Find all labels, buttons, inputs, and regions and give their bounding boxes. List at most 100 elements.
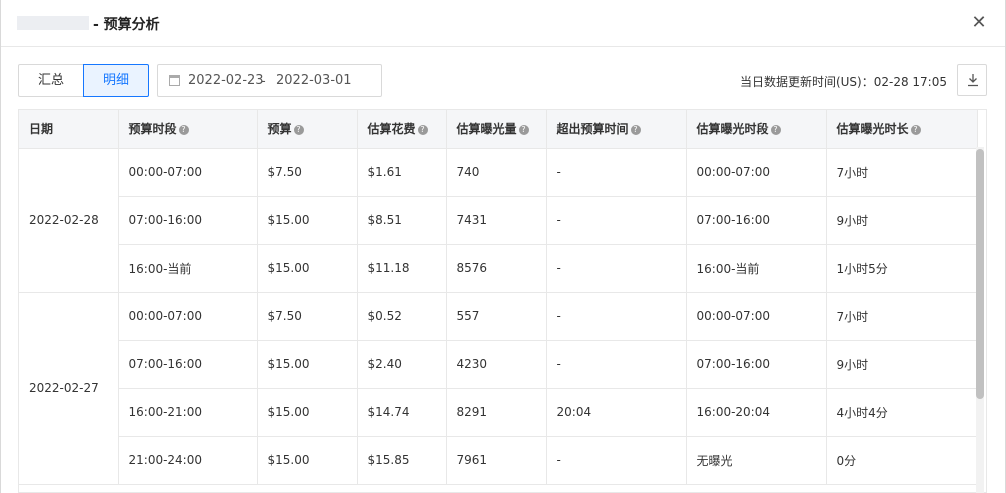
data-update-time: 当日数据更新时间(US)：02-28 17:05 [739, 75, 947, 89]
table-scrollbar[interactable] [976, 147, 984, 493]
table-cell: 21:00-24:00 [118, 436, 258, 485]
table-cell: 557 [446, 292, 547, 341]
table-cell: $1.61 [357, 148, 447, 197]
column-header: 超出预算时间? [546, 110, 687, 149]
table-cell: 8291 [446, 388, 547, 437]
table-cell: $15.00 [257, 436, 358, 485]
calendar-icon [169, 75, 180, 86]
date-cell: 2022-02-27 [19, 292, 119, 485]
help-icon[interactable]: ? [518, 125, 529, 136]
table-cell: 7小时 [826, 292, 978, 341]
column-header-label: 超出预算时间 [556, 122, 629, 137]
table-cell: 9小时 [826, 196, 978, 245]
table-cell: $0.52 [357, 292, 447, 341]
table-cell: 00:00-07:00 [118, 148, 258, 197]
help-icon[interactable]: ? [178, 125, 189, 136]
table-cell: 16:00-当前 [118, 244, 258, 293]
table-cell: - [546, 244, 687, 293]
table-cell: $2.40 [357, 340, 447, 389]
column-header: 估算曝光时长? [826, 110, 978, 149]
help-icon[interactable]: ? [630, 125, 641, 136]
table-cell: 4小时4分 [826, 388, 978, 437]
column-header-label: 估算曝光时段 [696, 122, 769, 137]
table-row: 21:00-24:00 $15.00 $15.85 7961- 无曝光 0分 [19, 436, 978, 485]
date-cell: 2022-02-28 [19, 148, 119, 293]
tab-summary[interactable]: 汇总 [18, 64, 84, 97]
table-cell: 16:00-当前 [686, 244, 827, 293]
column-header-label: 估算曝光时长 [836, 122, 909, 137]
table-cell: 00:00-07:00 [686, 148, 827, 197]
table-cell: 无曝光 [686, 436, 827, 485]
table-cell: - [546, 436, 687, 485]
column-header: 估算曝光时段? [686, 110, 827, 149]
table-cell: - [546, 340, 687, 389]
table-cell: 1小时5分 [826, 244, 978, 293]
column-header: 预算时段? [118, 110, 258, 149]
table-row: 16:00-当前 $15.00 $11.18 8576-16:00-当前 1小时5分 [19, 244, 978, 293]
table-header-row: 日期 预算时段? 预算? 估算花费? 估算曝光量? 超出预算时间? 估算曝光时段? 估算曝光时… [19, 110, 978, 149]
table-cell: - [546, 292, 687, 341]
help-icon[interactable]: ? [417, 125, 428, 136]
budget-analysis-dialog: - 预算分析 ✕ 汇总 明细 2022-02-23 - 2022-03-01 当… [0, 0, 1006, 493]
table-cell: $8.51 [357, 196, 447, 245]
column-header-label: 估算曝光量 [456, 122, 517, 137]
table-row: 07:00-16:00 $15.00 $8.51 7431-07:00-16:00 9小… [19, 196, 978, 245]
table-cell: - [546, 148, 687, 197]
table-cell: 7961 [446, 436, 547, 485]
column-header: 预算? [257, 110, 358, 149]
column-header: 日期 [19, 110, 119, 149]
date-range-start[interactable]: 2022-02-23 [188, 65, 264, 96]
download-icon [968, 74, 978, 87]
column-header-label: 日期 [29, 122, 54, 137]
table-cell: 00:00-07:00 [118, 292, 258, 341]
table-row: 2022-02-28 00:00-07:00 $7.50 $1.61 740-00:00… [19, 148, 978, 293]
table-cell: 07:00-16:00 [686, 196, 827, 245]
table-cell: 07:00-16:00 [686, 340, 827, 389]
date-range-picker[interactable]: 2022-02-23 - 2022-03-01 [157, 64, 382, 97]
table-cell: - [546, 196, 687, 245]
table-cell: 7小时 [826, 148, 978, 197]
table-cell: 740 [446, 148, 547, 197]
help-icon[interactable]: ? [293, 125, 304, 136]
table-cell: 7431 [446, 196, 547, 245]
table-cell: $15.85 [357, 436, 447, 485]
column-header: 估算花费? [357, 110, 447, 149]
dialog-title: - 预算分析 [93, 17, 160, 33]
table-cell: 07:00-16:00 [118, 196, 258, 245]
scrollbar-thumb[interactable] [976, 149, 984, 399]
table-cell: 00:00-07:00 [686, 292, 827, 341]
table-cell: 9小时 [826, 340, 978, 389]
column-header-label: 预算 [267, 122, 292, 137]
table-cell: 8576 [446, 244, 547, 293]
date-range-end[interactable]: 2022-03-01 [276, 65, 352, 96]
tab-detail[interactable]: 明细 [83, 64, 149, 97]
table-cell: 16:00-21:00 [118, 388, 258, 437]
table-cell: $15.00 [257, 388, 358, 437]
column-header: 估算曝光量? [446, 110, 547, 149]
table-cell: $7.50 [257, 148, 358, 197]
table-cell: 16:00-20:04 [686, 388, 827, 437]
date-range-separator: - [261, 74, 266, 89]
table-row: 2022-02-27 00:00-07:00 $7.50 $0.52 557-00:00… [19, 292, 978, 485]
redacted-title-text [17, 16, 89, 30]
close-icon[interactable]: ✕ [969, 13, 989, 33]
dialog-header: - 预算分析 ✕ [1, 0, 1005, 47]
table-cell: $15.00 [257, 244, 358, 293]
column-header-label: 预算时段 [128, 122, 177, 137]
table-cell: 20:04 [546, 388, 687, 437]
table-cell: 0分 [826, 436, 978, 485]
column-header-label: 估算花费 [367, 122, 416, 137]
budget-detail-table: 日期 预算时段? 预算? 估算花费? 估算曝光量? 超出预算时间? 估算曝光时段? 估算曝光时… [18, 109, 987, 493]
table-row: 07:00-16:00 $15.00 $2.40 4230-07:00-16:00 9小… [19, 340, 978, 389]
table-row: 16:00-21:00 $15.00 $14.74 8291 20:04 16:00-20… [19, 388, 978, 437]
download-button[interactable] [957, 64, 987, 96]
table-cell: $15.00 [257, 196, 358, 245]
table-cell: $7.50 [257, 292, 358, 341]
help-icon[interactable]: ? [770, 125, 781, 136]
table-cell: $14.74 [357, 388, 447, 437]
table-cell: $11.18 [357, 244, 447, 293]
help-icon[interactable]: ? [910, 125, 921, 136]
table-cell: 07:00-16:00 [118, 340, 258, 389]
table-cell: $15.00 [257, 340, 358, 389]
table-cell: 4230 [446, 340, 547, 389]
